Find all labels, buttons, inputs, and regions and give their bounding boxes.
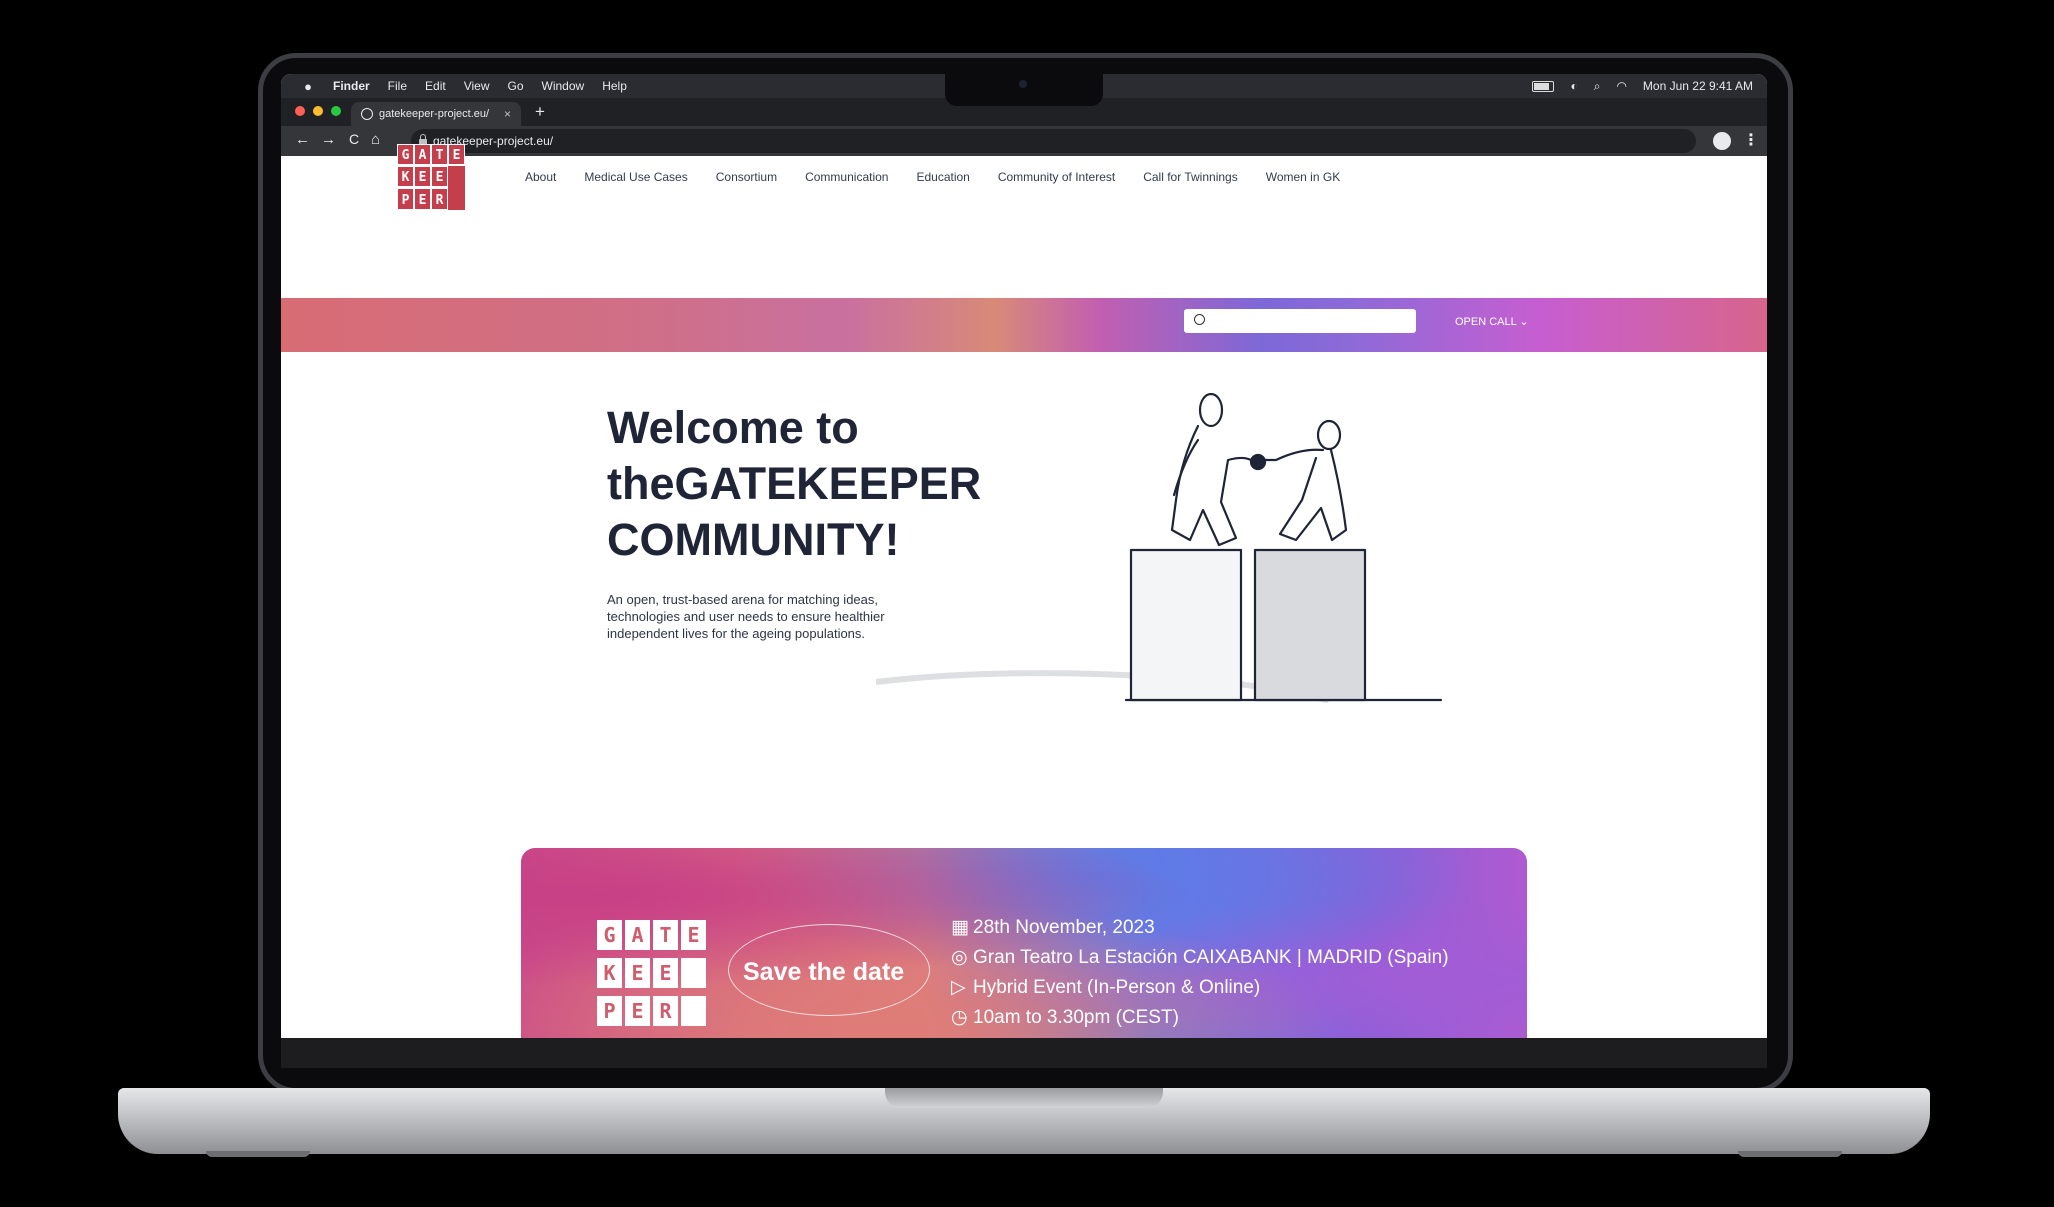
handshake-illustration [876, 392, 1443, 703]
tab-title: gatekeeper-project.eu/ [379, 108, 490, 120]
logo-letter: E [419, 170, 427, 185]
zoom-window-button[interactable] [331, 106, 341, 116]
window-controls [295, 106, 341, 116]
event-format: Hybrid Event (In-Person & Online) [973, 977, 1261, 998]
card-logo-letter: R [659, 999, 672, 1023]
nav-community-of-interest[interactable]: Community of Interest [998, 170, 1115, 184]
event-date-row: ▦ 28th November, 2023 [951, 913, 1449, 943]
nav-about[interactable]: About [525, 170, 556, 184]
event-time: 10am to 3.30pm (CEST) [973, 1007, 1179, 1028]
event-time-row: ◷ 10am to 3.30pm (CEST) [951, 1003, 1449, 1033]
card-logo-letter: E [687, 923, 699, 947]
nav-education[interactable]: Education [916, 170, 969, 184]
logo-letter: R [436, 193, 444, 208]
camera-icon [1019, 80, 1027, 88]
gatekeeper-logo-icon: G A T E K E E P E R [397, 144, 465, 210]
site-logo[interactable]: G A T E K E E P E R [397, 144, 465, 215]
close-tab-icon[interactable]: × [504, 107, 511, 121]
card-logo-letter: T [659, 923, 671, 947]
menubar-clock[interactable]: Mon Jun 22 9:41 AM [1643, 79, 1753, 93]
menu-go[interactable]: Go [508, 79, 524, 93]
menu-window[interactable]: Window [542, 79, 585, 93]
reload-button[interactable]: C [349, 131, 359, 147]
play-circle-icon: ▷ [951, 977, 966, 998]
logo-letter: E [436, 170, 444, 185]
battery-icon[interactable] [1532, 80, 1555, 92]
wifi-icon[interactable]: ◠ [1616, 79, 1626, 93]
browser-tab[interactable]: gatekeeper-project.eu/ × [351, 102, 521, 126]
spotlight-search-icon[interactable]: ⌕ [1594, 79, 1601, 94]
laptop-chin [281, 1038, 1767, 1068]
address-bar[interactable]: gatekeeper-project.eu/ [411, 129, 1696, 153]
event-venue-row: ◎ Gran Teatro La Estación CAIXABANK | MAD… [951, 943, 1449, 973]
event-format-row: ▷ Hybrid Event (In-Person & Online) [951, 973, 1449, 1003]
card-logo-letter: K [603, 961, 615, 985]
laptop-trackpad-notch [885, 1088, 1163, 1108]
logo-letter: T [436, 148, 444, 163]
globe-icon [361, 108, 373, 120]
card-logo-letter: E [659, 961, 671, 985]
nav-consortium[interactable]: Consortium [716, 170, 777, 184]
open-call-dropdown[interactable]: OPEN CALL ⌄ [1455, 315, 1529, 328]
nav-communication[interactable]: Communication [805, 170, 888, 184]
save-the-date-label: Save the date [743, 958, 905, 986]
new-tab-button[interactable]: + [535, 102, 545, 122]
forward-button[interactable]: → [321, 131, 336, 148]
site-search-input[interactable] [1184, 309, 1416, 333]
menu-edit[interactable]: Edit [425, 79, 446, 93]
logo-letter: E [453, 148, 461, 163]
nav-medical-use-cases[interactable]: Medical Use Cases [584, 170, 687, 184]
card-logo-letter: A [631, 923, 643, 947]
menu-view[interactable]: View [464, 79, 490, 93]
profile-avatar[interactable] [1713, 132, 1731, 150]
menu-finder[interactable]: Finder [333, 79, 370, 93]
nav-call-for-twinnings[interactable]: Call for Twinnings [1143, 170, 1238, 184]
card-logo-letter: E [631, 999, 643, 1023]
card-logo-letter: E [631, 961, 643, 985]
nav-women-in-gk[interactable]: Women in GK [1266, 170, 1340, 184]
calendar-icon: ▦ [951, 917, 969, 938]
logo-letter: P [402, 193, 410, 208]
apple-icon[interactable]: ● [301, 79, 315, 94]
logo-letter: K [402, 170, 410, 185]
event-venue: Gran Teatro La Estación CAIXABANK | MADR… [973, 947, 1449, 968]
logo-letter: G [402, 148, 410, 163]
search-icon[interactable] [1194, 314, 1205, 325]
menu-file[interactable]: File [388, 79, 407, 93]
logo-letter: A [419, 148, 427, 163]
camera-notch [945, 72, 1103, 106]
home-button[interactable]: ⌂ [371, 131, 380, 148]
menu-help[interactable]: Help [602, 79, 627, 93]
location-pin-icon: ◎ [951, 947, 968, 968]
close-window-button[interactable] [295, 106, 305, 116]
minimize-window-button[interactable] [313, 106, 323, 116]
laptop-foot [206, 1151, 310, 1157]
card-logo-letter: G [603, 923, 615, 947]
control-center-icon[interactable]: ◐ [1570, 79, 1577, 93]
card-logo-letter: P [603, 999, 615, 1023]
back-button[interactable]: ← [295, 131, 310, 148]
menubar-status: ◐ ⌕ ◠ Mon Jun 22 9:41 AM [1532, 74, 1753, 98]
event-details: ▦ 28th November, 2023 ◎ Gran Teatro La Est… [951, 913, 1449, 1033]
card-logo: G A T E K E E P E R [597, 920, 706, 1026]
save-the-date-card[interactable]: G A T E K E E P E R Save the date ▦ 28th … [521, 848, 1527, 1038]
logo-letter: E [419, 193, 427, 208]
browser-toolbar: ← → C ⌂ gatekeeper-project.eu/ ⋮ [281, 126, 1767, 156]
site-nav: About Medical Use Cases Consortium Commu… [525, 170, 1368, 184]
gradient-banner [281, 298, 1767, 352]
browser-menu-button[interactable]: ⋮ [1743, 130, 1759, 150]
laptop-foot [1738, 1151, 1842, 1157]
event-date: 28th November, 2023 [973, 917, 1155, 938]
clock-icon: ◷ [951, 1007, 968, 1028]
